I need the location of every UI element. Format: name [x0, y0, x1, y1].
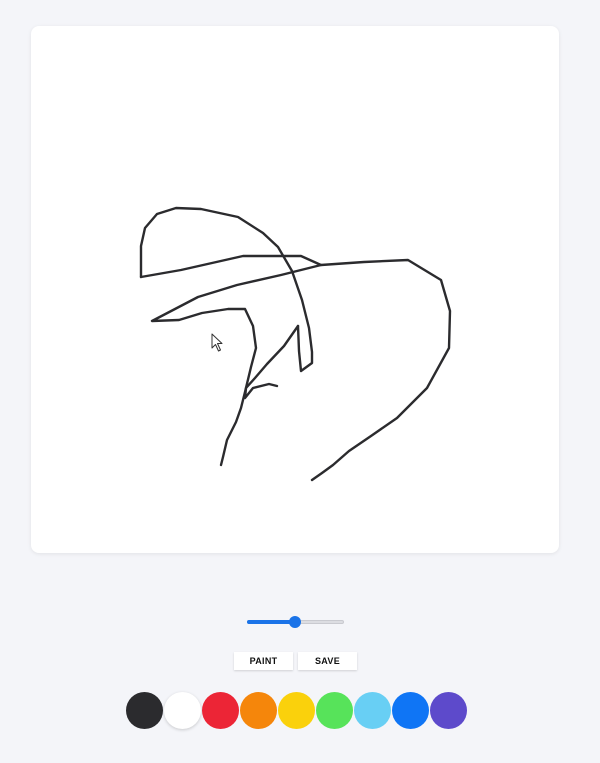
stroke-1 [139, 206, 314, 373]
slider-fill [247, 620, 295, 624]
stroke-2 [139, 254, 452, 482]
mouse-pointer-icon [211, 333, 223, 352]
color-swatch-orange[interactable] [240, 692, 277, 729]
color-swatch-blue[interactable] [392, 692, 429, 729]
stroke-3 [150, 263, 323, 467]
brush-size-slider[interactable] [247, 613, 344, 631]
color-swatch-purple[interactable] [430, 692, 467, 729]
paint-app: PAINT SAVE [0, 0, 600, 763]
save-button[interactable]: SAVE [298, 652, 357, 670]
action-buttons: PAINT SAVE [234, 652, 357, 670]
color-swatch-red[interactable] [202, 692, 239, 729]
color-swatch-light-blue[interactable] [354, 692, 391, 729]
color-swatch-black[interactable] [126, 692, 163, 729]
color-swatch-yellow[interactable] [278, 692, 315, 729]
color-palette [126, 692, 467, 729]
paint-button[interactable]: PAINT [234, 652, 293, 670]
drawing-canvas[interactable] [31, 26, 559, 553]
color-swatch-green[interactable] [316, 692, 353, 729]
drawing-strokes [139, 206, 452, 482]
color-swatch-white[interactable] [164, 692, 201, 729]
slider-thumb[interactable] [288, 616, 301, 628]
